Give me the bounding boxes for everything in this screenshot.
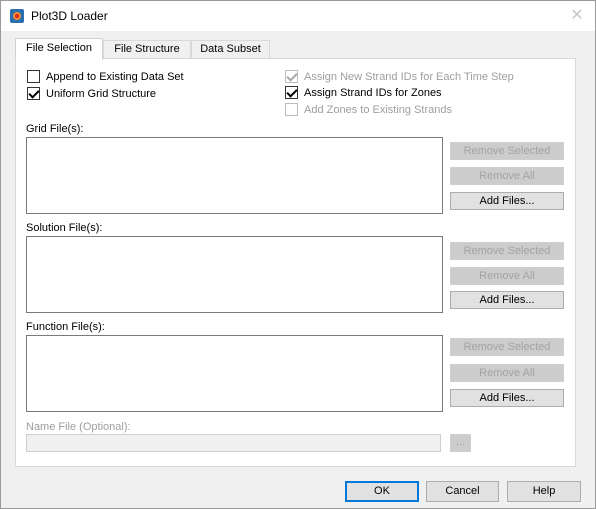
- solution-files-label: Solution File(s):: [26, 222, 103, 234]
- title-bar: Plot3D Loader ✕: [1, 1, 595, 31]
- checkmark-icon[interactable]: [27, 87, 40, 100]
- window-title: Plot3D Loader: [31, 9, 108, 23]
- plot3d-loader-dialog: Plot3D Loader ✕ File Selection File Stru…: [0, 0, 596, 509]
- app-icon: [10, 9, 24, 23]
- checkmark-icon[interactable]: [285, 86, 298, 99]
- append-checkbox-box[interactable]: [27, 70, 40, 83]
- function-remove-selected-button[interactable]: Remove Selected: [450, 338, 564, 356]
- function-remove-all-button[interactable]: Remove All: [450, 364, 564, 382]
- grid-files-list[interactable]: [26, 137, 443, 214]
- append-checkbox-label: Append to Existing Data Set: [46, 71, 184, 83]
- checkmark-icon[interactable]: [285, 70, 298, 83]
- tab-file-selection[interactable]: File Selection: [15, 38, 103, 60]
- help-button[interactable]: Help: [507, 481, 581, 502]
- uniform-grid-checkbox-label: Uniform Grid Structure: [46, 88, 157, 100]
- function-files-label: Function File(s):: [26, 321, 105, 333]
- solution-remove-selected-button[interactable]: Remove Selected: [450, 242, 564, 260]
- function-add-files-button[interactable]: Add Files...: [450, 389, 564, 407]
- tab-data-subset[interactable]: Data Subset: [191, 40, 270, 59]
- solution-add-files-button[interactable]: Add Files...: [450, 291, 564, 309]
- name-file-browse-button[interactable]: ...: [450, 434, 471, 452]
- close-icon[interactable]: ✕: [565, 5, 589, 27]
- add-zones-label: Add Zones to Existing Strands: [304, 104, 452, 116]
- solution-remove-all-button[interactable]: Remove All: [450, 267, 564, 285]
- file-selection-panel: Append to Existing Data Set Uniform Grid…: [15, 58, 576, 467]
- name-file-label: Name File (Optional):: [26, 421, 131, 433]
- grid-remove-selected-button[interactable]: Remove Selected: [450, 142, 564, 160]
- grid-add-files-button[interactable]: Add Files...: [450, 192, 564, 210]
- grid-remove-all-button[interactable]: Remove All: [450, 167, 564, 185]
- assign-new-strand-label: Assign New Strand IDs for Each Time Step: [304, 71, 514, 83]
- ok-button[interactable]: OK: [345, 481, 419, 502]
- assign-strand-zones-label: Assign Strand IDs for Zones: [304, 87, 442, 99]
- add-zones-checkbox-box[interactable]: [285, 103, 298, 116]
- grid-files-label: Grid File(s):: [26, 123, 84, 135]
- tab-file-structure[interactable]: File Structure: [103, 40, 191, 59]
- cancel-button[interactable]: Cancel: [426, 481, 499, 502]
- name-file-input[interactable]: [26, 434, 441, 452]
- function-files-list[interactable]: [26, 335, 443, 412]
- solution-files-list[interactable]: [26, 236, 443, 313]
